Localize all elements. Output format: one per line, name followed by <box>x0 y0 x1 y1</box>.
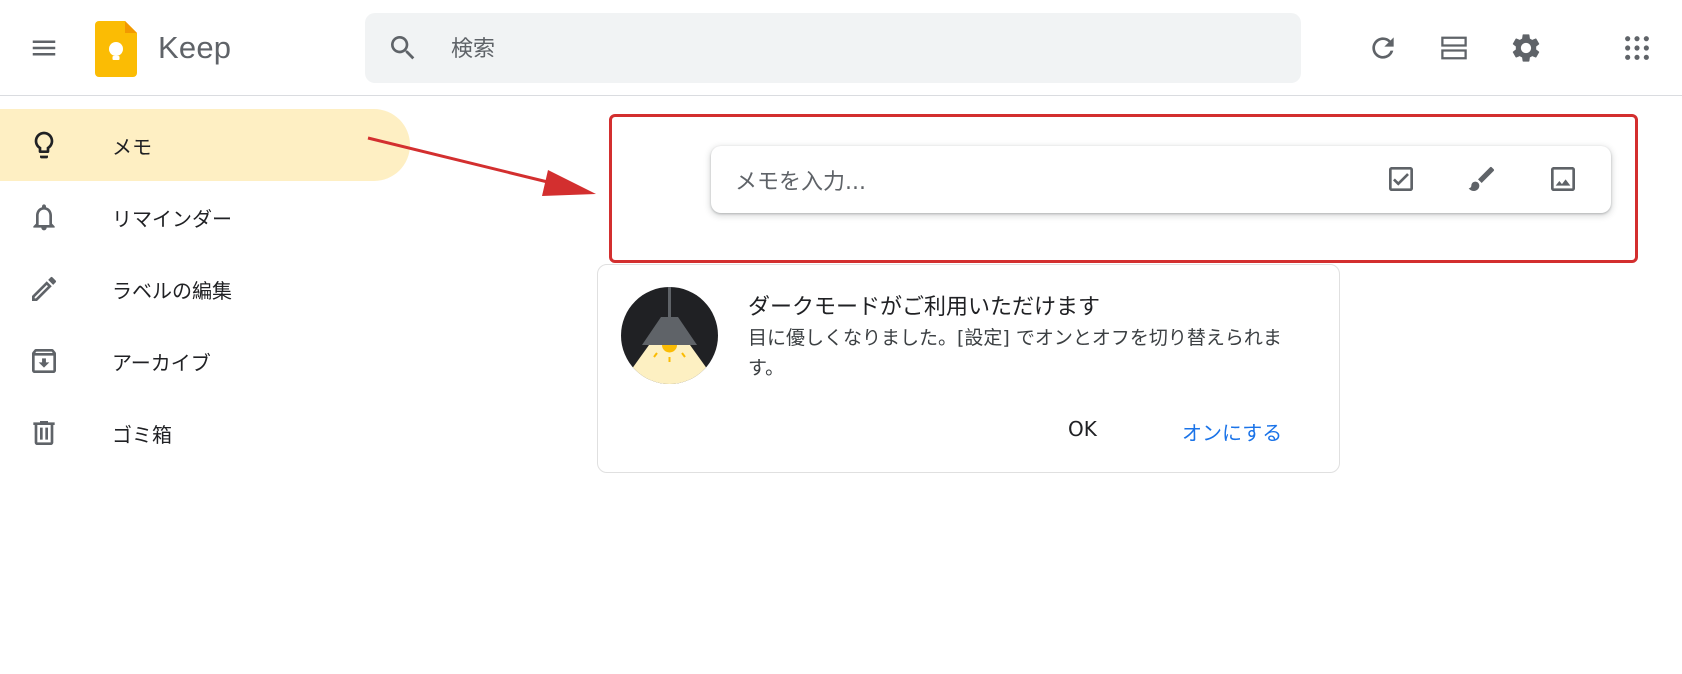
new-drawing-button[interactable] <box>1459 156 1505 202</box>
trash-icon <box>26 415 62 451</box>
sidebar-item-label: メモ <box>112 134 152 159</box>
sidebar-item-label: ゴミ箱 <box>112 422 172 447</box>
google-apps-button[interactable] <box>1613 24 1661 72</box>
sidebar-item-archive[interactable]: アーカイブ <box>0 325 410 397</box>
take-note-placeholder: メモを入力... <box>735 170 866 195</box>
ok-button[interactable]: OK <box>1056 411 1109 447</box>
sidebar-item-trash[interactable]: ゴミ箱 <box>0 397 410 469</box>
card-title: ダークモードがご利用いただけます <box>748 295 1101 320</box>
refresh-button[interactable] <box>1359 24 1407 72</box>
list-view-icon <box>1441 36 1467 60</box>
archive-icon <box>26 343 62 379</box>
new-list-button[interactable] <box>1378 156 1424 202</box>
dark-mode-promo-card: ダークモードがご利用いただけます 目に優しくなりました。[設定] でオンとオフを… <box>597 264 1340 473</box>
brush-icon <box>1468 166 1495 191</box>
hamburger-menu-icon <box>32 40 56 56</box>
bell-icon <box>26 199 62 235</box>
lamp-illustration-icon <box>621 287 718 384</box>
enable-dark-mode-button[interactable]: オンにする <box>1170 411 1294 452</box>
list-view-button[interactable] <box>1430 24 1478 72</box>
sidebar-item-edit-labels[interactable]: ラベルの編集 <box>0 253 410 325</box>
gear-icon <box>1512 34 1540 62</box>
settings-button[interactable] <box>1502 24 1550 72</box>
search-icon <box>391 36 415 60</box>
lightbulb-icon <box>26 127 62 163</box>
search-bar[interactable] <box>365 13 1301 83</box>
take-note-input[interactable]: メモを入力... <box>711 146 1611 213</box>
annotation-arrow <box>367 136 596 196</box>
checkbox-icon <box>1389 167 1413 191</box>
keep-logo-icon <box>95 21 137 77</box>
apps-grid-icon <box>1625 36 1649 60</box>
keep-logo[interactable] <box>95 21 137 77</box>
sidebar-item-label: リマインダー <box>112 206 232 231</box>
app-title: Keep <box>158 30 232 65</box>
main-menu-button[interactable] <box>20 24 68 72</box>
refresh-icon <box>1372 37 1394 59</box>
search-input[interactable] <box>449 23 1273 75</box>
image-icon <box>1551 167 1575 191</box>
sidebar-item-label: アーカイブ <box>112 350 211 375</box>
sidebar-item-label: ラベルの編集 <box>112 278 232 303</box>
top-bar: Keep <box>0 0 1682 96</box>
search-button[interactable] <box>385 30 421 66</box>
new-image-button[interactable] <box>1540 156 1586 202</box>
sidebar-item-reminders[interactable]: リマインダー <box>0 181 410 253</box>
pencil-icon <box>26 271 62 307</box>
sidebar-item-notes[interactable]: メモ <box>0 109 410 181</box>
card-body-text: 目に優しくなりました。[設定] でオンとオフを切り替えられます。 <box>748 327 1282 379</box>
